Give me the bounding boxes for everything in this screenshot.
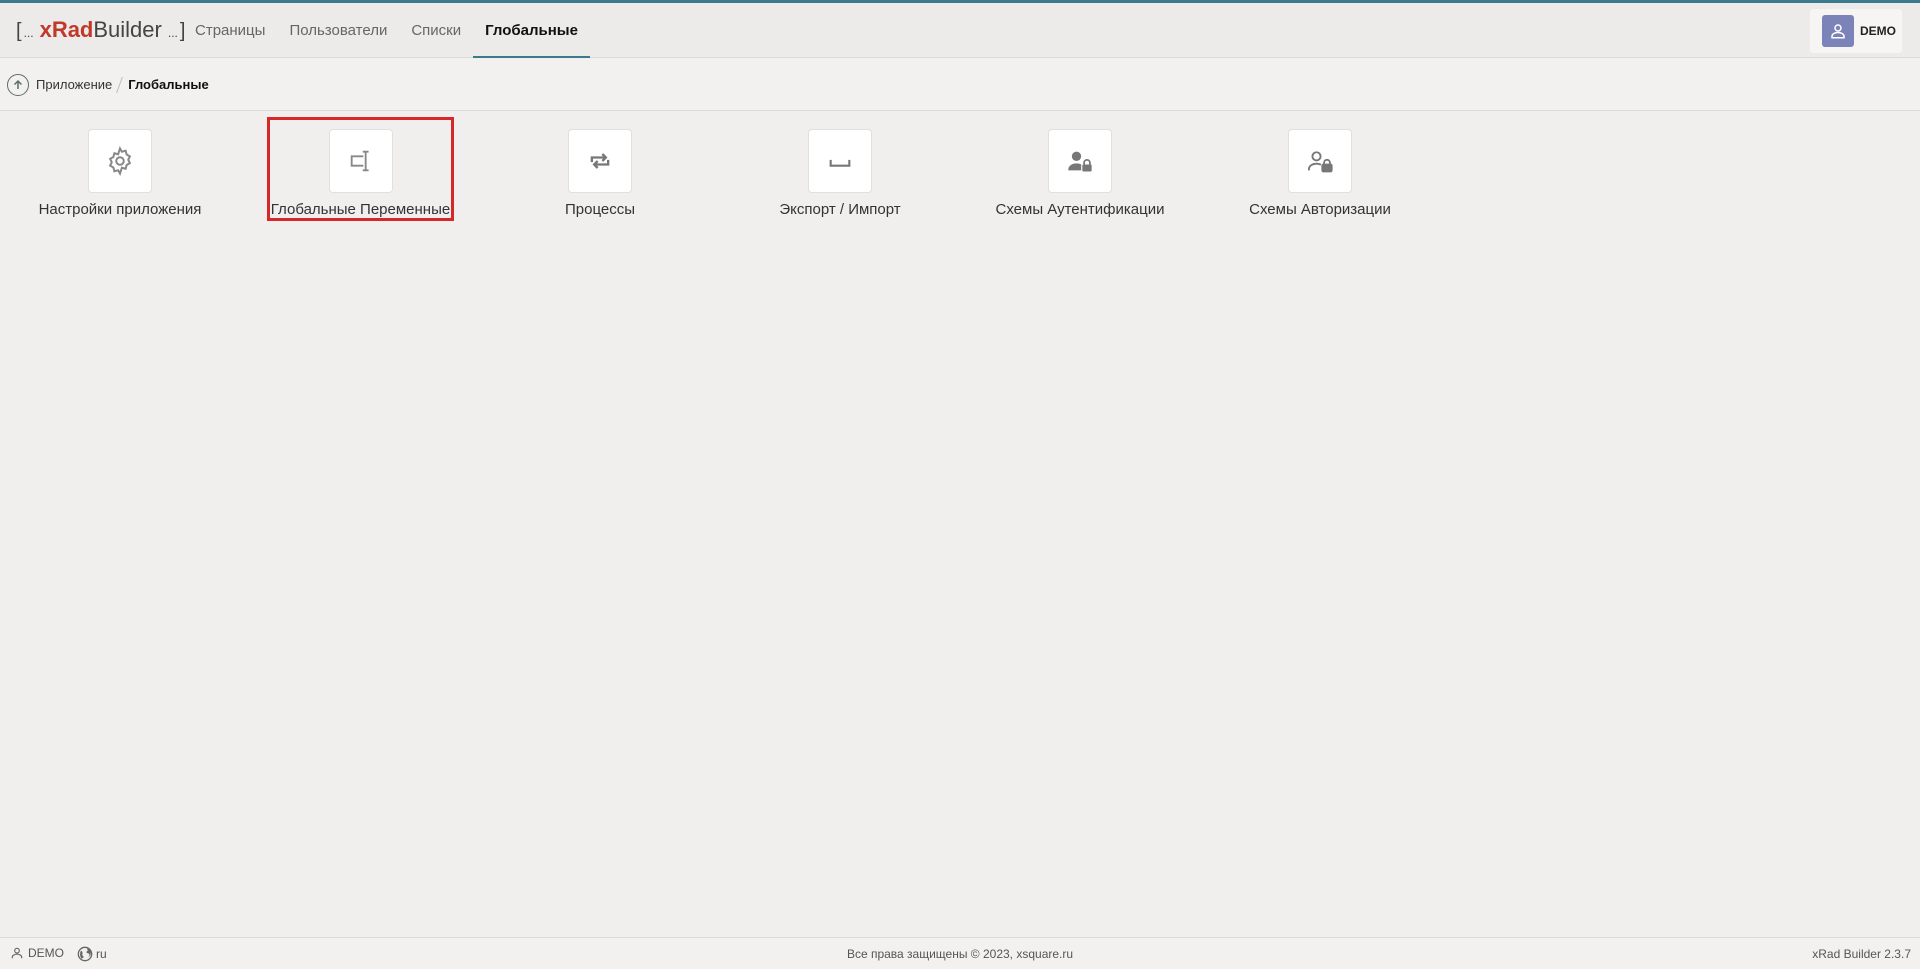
tile-icon-box (1288, 129, 1352, 193)
tile-label: Экспорт / Импорт (779, 201, 901, 218)
nav-tab-users[interactable]: Пользователи (277, 3, 399, 58)
tile-icon-box (1048, 129, 1112, 193)
logo-name-rest: Builder (93, 17, 162, 42)
nav-tab-lists[interactable]: Списки (399, 3, 473, 58)
text-variable-icon (350, 150, 369, 172)
tile-icon-box (568, 129, 632, 193)
tile-label: Глобальные Переменные (270, 201, 451, 218)
app-footer: DEMO ru Все права защищены © 2023, xsqua… (0, 937, 1920, 969)
app-logo[interactable]: [ ... xRad Builder ... ] (16, 17, 185, 43)
user-menu-button[interactable]: DEMO (1810, 9, 1902, 53)
tile-global-variables[interactable]: Глобальные Переменные (267, 117, 454, 221)
space-bar-icon (829, 159, 851, 167)
tile-label: Процессы (564, 201, 635, 218)
tile-processes[interactable]: Процессы (480, 117, 720, 221)
user-icon (1831, 24, 1845, 39)
logo-dots-right: ... (167, 26, 178, 40)
logo-bracket-open: [ (16, 20, 22, 42)
breadcrumb-separator (116, 76, 124, 93)
tile-icon-box (328, 129, 393, 193)
nav-tab-users-label: Пользователи (289, 22, 388, 39)
tile-icon-box (808, 129, 872, 193)
tile-label: Схемы Авторизации (1249, 201, 1391, 218)
nav-tab-globals[interactable]: Глобальные (473, 3, 590, 58)
logo-name-accent: xRad (39, 17, 94, 42)
tile-label: Настройки приложения (38, 201, 202, 218)
tile-label: Схемы Аутентификации (995, 201, 1165, 218)
avatar (1822, 15, 1854, 47)
nav-tab-lists-label: Списки (411, 22, 462, 39)
nav-tab-globals-label: Глобальные (485, 22, 578, 39)
breadcrumb-current: Глобальные (128, 77, 209, 92)
main-nav: Страницы Пользователи Списки Глобальные (183, 3, 590, 58)
tile-auth-schemes[interactable]: Схемы Аутентификации (960, 117, 1200, 221)
app-header: [ ... xRad Builder ... ] Страницы Пользо… (0, 3, 1920, 58)
logo-dots-left: ... (23, 26, 34, 40)
breadcrumb: Приложение Глобальные (0, 59, 1920, 111)
arrow-up-icon (13, 79, 23, 89)
version-text: xRad Builder 2.3.7 (1812, 947, 1911, 961)
tile-export-import[interactable]: Экспорт / Импорт (720, 117, 960, 221)
nav-tab-pages[interactable]: Страницы (183, 3, 277, 58)
nav-tab-pages-label: Страницы (195, 22, 266, 39)
copyright-text: Все права защищены © 2023, xsquare.ru (846, 947, 1074, 961)
breadcrumb-parent-link[interactable]: Приложение (36, 77, 112, 92)
user-lock-outline-icon (1307, 151, 1333, 173)
user-name: DEMO (1860, 24, 1896, 38)
repeat-icon (590, 153, 610, 169)
tile-app-settings[interactable]: Настройки приложения (0, 117, 240, 221)
gear-icon (108, 146, 132, 176)
tile-authorization-schemes[interactable]: Схемы Авторизации (1200, 117, 1440, 221)
navigate-up-button[interactable] (7, 73, 29, 96)
tile-icon-box (88, 129, 152, 193)
user-lock-filled-icon (1068, 151, 1092, 172)
